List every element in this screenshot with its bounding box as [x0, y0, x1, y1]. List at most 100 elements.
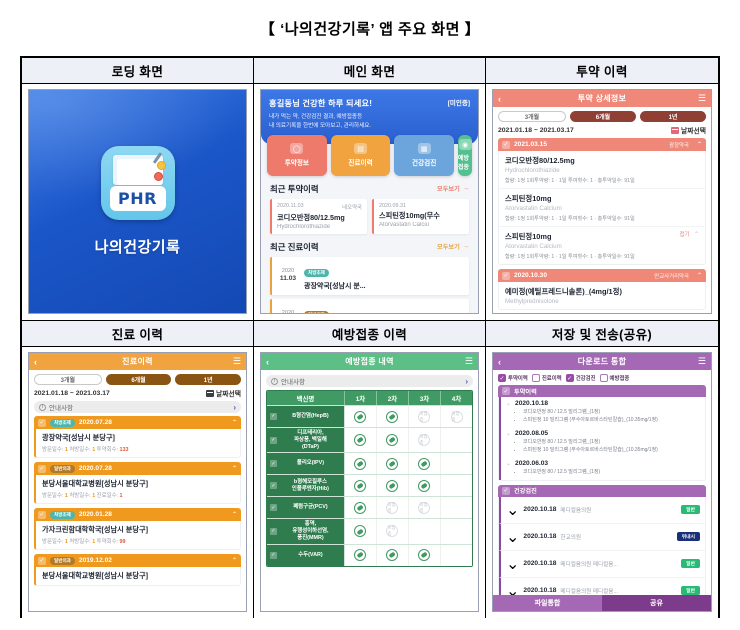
checkbox-icon[interactable] — [531, 374, 540, 382]
chip-3months[interactable]: 3개월 — [34, 374, 102, 385]
dose-done-icon[interactable] — [418, 549, 431, 561]
list-item[interactable]: 2020.09.31 스피틴정10mg(무수 Atorvastatin Calc… — [372, 198, 469, 234]
checkbox-icon[interactable]: ✓ — [502, 271, 510, 280]
dose-done-icon[interactable] — [386, 479, 399, 492]
back-icon[interactable]: ‹ — [498, 357, 508, 367]
checkbox-icon[interactable]: ✓ — [270, 413, 277, 420]
checkbox-icon[interactable]: ✓ — [502, 140, 510, 149]
download-section-checkup[interactable]: ✓ 건강검진 — [498, 484, 706, 497]
chevron-down-icon[interactable]: ⌄ — [506, 430, 511, 454]
share-button[interactable]: 공유 — [602, 595, 711, 611]
merge-file-button[interactable]: 파일통합 — [493, 595, 602, 611]
back-icon[interactable]: ‹ — [498, 94, 508, 104]
checkbox-icon[interactable]: ✓ — [565, 374, 574, 382]
filter-visit[interactable]: 진료이력 — [531, 374, 562, 382]
checkbox-icon[interactable]: ✓ — [38, 464, 46, 473]
visit-list[interactable]: ✓ 처방조제 2020.07.28 ⌃ 광장약국[성남시 분당구] 방문일수: … — [29, 416, 246, 611]
collapse-button[interactable]: 접기 ⌃ — [680, 230, 699, 238]
dose-done-icon[interactable] — [354, 501, 367, 514]
dose-done-icon[interactable] — [386, 457, 399, 470]
dose-done-icon[interactable] — [354, 549, 367, 561]
dose-done-icon[interactable] — [386, 549, 399, 561]
dose-done-icon[interactable] — [418, 457, 431, 470]
list-item[interactable]: 2020.11.03 네오약국 코디오반정80/12.5mg Hydrochlo… — [270, 198, 367, 234]
chip-1year[interactable]: 1년 — [175, 374, 242, 385]
chip-6months[interactable]: 6개월 — [105, 374, 172, 385]
filter-checkup[interactable]: ✓ 건강검진 — [565, 374, 596, 382]
chevron-up-icon[interactable]: ⌃ — [232, 465, 237, 472]
chip-6months[interactable]: 6개월 — [570, 111, 636, 122]
checkbox-icon[interactable]: ✓ — [270, 551, 277, 559]
chevron-up-icon[interactable]: ⌃ — [232, 557, 237, 564]
download-section-medication[interactable]: ✓ 투약이력 — [498, 385, 706, 397]
checkbox-icon[interactable]: ✓ — [38, 510, 46, 519]
dose-done-icon[interactable] — [354, 479, 367, 492]
visit-item-header[interactable]: ✓ 처방조제 2020.01.28 ⌃ — [34, 508, 241, 521]
dose-done-icon[interactable] — [354, 434, 367, 447]
date-picker-button[interactable]: 날짜선택 — [670, 125, 706, 135]
dose-none-icon[interactable]: 미접종 — [450, 410, 463, 423]
dose-none-icon[interactable]: 미접종 — [418, 434, 431, 447]
menu-icon[interactable]: ☰ — [696, 357, 706, 366]
chevron-up-icon[interactable]: ⌃ — [694, 232, 699, 238]
list-item[interactable]: 2020 11.03 처방조제 광장약국[성남시 분... — [270, 256, 469, 295]
vaccine-table-wrap[interactable]: 백신명 1차 2차 3차 4차 ✓ B형간염(HepB) 미접종 미접종 ✓ 디… — [261, 390, 478, 611]
tile-checkup[interactable]: ▦ 건강검진 — [394, 134, 455, 176]
chevron-down-icon[interactable]: ⌄ — [506, 400, 511, 424]
checkbox-icon[interactable]: ✓ — [270, 482, 277, 490]
dose-done-icon[interactable] — [354, 410, 367, 423]
medication-more-link[interactable]: 모두보기 → — [437, 184, 469, 193]
tile-visit[interactable]: ▤ 진료이력 — [330, 134, 391, 176]
dose-none-icon[interactable]: 미접종 — [386, 501, 399, 514]
medication-group-header[interactable]: ✓ 2020.10.30 만교사거리약국 ⌃ — [498, 269, 706, 282]
date-picker-button[interactable]: 날짜선택 — [205, 388, 241, 398]
chip-3months[interactable]: 3개월 — [498, 111, 566, 122]
chevron-down-icon[interactable]: ⌄ — [506, 500, 519, 520]
checkbox-icon[interactable]: ✓ — [270, 460, 277, 468]
dose-done-icon[interactable] — [386, 410, 399, 423]
list-item[interactable]: 2020 11.03 일반의과 분당서울대학교병원[... — [270, 298, 469, 313]
visit-more-link[interactable]: 모두보기 → — [437, 242, 469, 251]
chevron-down-icon[interactable]: ⌄ — [506, 581, 519, 596]
dose-done-icon[interactable] — [354, 457, 367, 470]
chip-1year[interactable]: 1년 — [640, 111, 706, 122]
menu-icon[interactable]: ☰ — [696, 94, 706, 103]
back-icon[interactable]: ‹ — [266, 357, 276, 367]
chevron-down-icon[interactable]: ⌄ — [506, 460, 511, 477]
dose-none-icon[interactable]: 미접종 — [386, 525, 399, 538]
filter-medication[interactable]: ✓ 투약이력 — [498, 374, 528, 382]
dose-none-icon[interactable]: 미접종 — [418, 410, 431, 423]
visit-item-header[interactable]: ✓ 일반의과 2019.12.02 ⌃ — [34, 554, 241, 567]
checkbox-icon[interactable] — [599, 374, 608, 382]
checkbox-icon[interactable]: ✓ — [38, 418, 46, 427]
checkbox-icon[interactable]: ✓ — [38, 556, 46, 565]
menu-icon[interactable]: ☰ — [463, 357, 473, 366]
tile-vaccine[interactable]: ◉ 예방접종 — [458, 134, 473, 176]
checkbox-icon[interactable]: ✓ — [270, 504, 277, 512]
chevron-right-icon[interactable]: › — [465, 377, 468, 386]
dose-none-icon[interactable]: 미접종 — [418, 501, 431, 514]
checkbox-icon[interactable]: ✓ — [270, 436, 277, 444]
visit-item-header[interactable]: ✓ 일반의과 2020.07.28 ⌃ — [34, 462, 241, 475]
auth-status-badge[interactable]: [미인증] — [448, 97, 470, 107]
notice-bar[interactable]: i 안내사항 › — [34, 401, 241, 413]
visit-item-header[interactable]: ✓ 처방조제 2020.07.28 ⌃ — [34, 416, 241, 429]
dose-done-icon[interactable] — [386, 434, 399, 447]
download-list[interactable]: ✓ 투약이력 ⌄ 2020.10.18 코디오반정 80 / 12.5 밀리그램… — [493, 385, 711, 595]
chevron-down-icon[interactable]: ⌄ — [506, 527, 519, 547]
tile-medication[interactable]: ◯ 투약정보 — [267, 134, 327, 176]
checkbox-icon[interactable]: ✓ — [498, 374, 506, 382]
checkbox-icon[interactable]: ✓ — [270, 527, 277, 535]
filter-vaccine[interactable]: 예방접종 — [599, 374, 629, 382]
chevron-down-icon[interactable]: ⌄ — [506, 554, 519, 574]
dose-done-icon[interactable] — [354, 525, 367, 538]
checkbox-icon[interactable]: ✓ — [502, 486, 510, 495]
medication-list[interactable]: ✓ 2021.03.15 광장약국 ⌃ 코디오반정80/12.5mg Hydro… — [493, 138, 711, 313]
chevron-up-icon[interactable]: ⌃ — [697, 141, 702, 148]
chevron-right-icon[interactable]: › — [233, 403, 236, 412]
chevron-up-icon[interactable]: ⌃ — [232, 419, 237, 426]
menu-icon[interactable]: ☰ — [231, 357, 241, 366]
dose-done-icon[interactable] — [418, 479, 431, 492]
checkbox-icon[interactable]: ✓ — [502, 387, 510, 395]
chevron-up-icon[interactable]: ⌃ — [232, 511, 237, 518]
